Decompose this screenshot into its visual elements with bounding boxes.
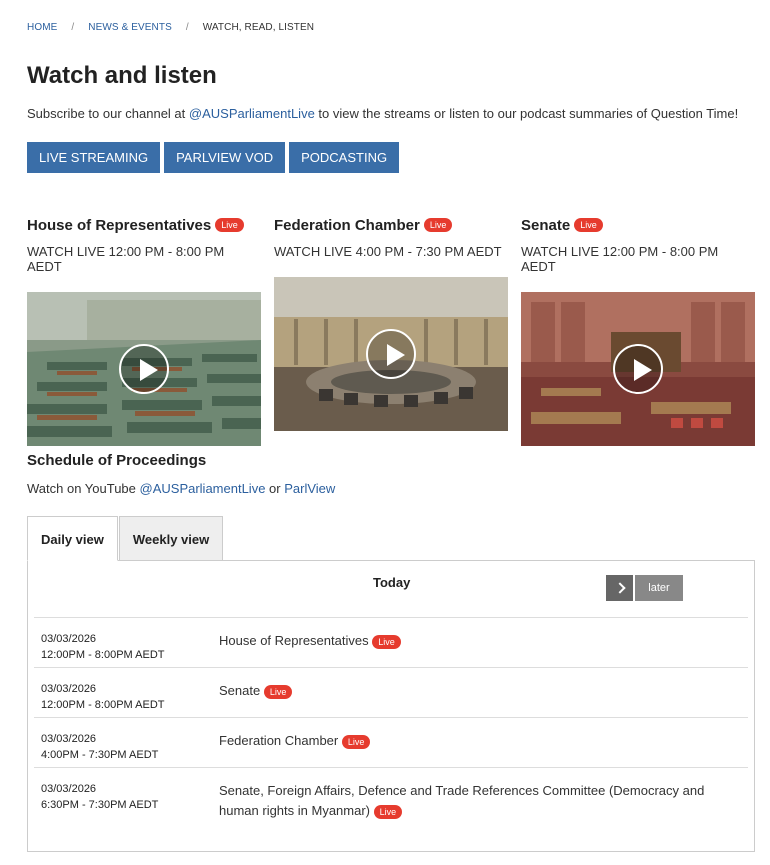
row-date: 03/03/2026 (41, 783, 97, 795)
live-badge: Live (341, 734, 371, 749)
intro-after: to view the streams or listen to our pod… (314, 106, 739, 121)
breadcrumb-home-link[interactable]: HOME (27, 22, 57, 33)
row-time: 12:00PM - 8:00PM AEDT (41, 699, 165, 711)
row-datetime: 03/03/2026 12:00PM - 8:00PM AEDT (41, 681, 165, 713)
breadcrumb-news-link[interactable]: NEWS & EVENTS (88, 22, 172, 33)
table-row: 03/03/2026 12:00PM - 8:00PM AEDT House of… (34, 618, 748, 668)
row-time: 12:00PM - 8:00PM AEDT (41, 649, 165, 661)
chamber-name: Senate (521, 216, 571, 234)
schedule-sub-before: Watch on YouTube (27, 481, 140, 496)
live-streaming-button[interactable]: LIVE STREAMING (27, 142, 161, 173)
play-icon[interactable] (119, 344, 169, 394)
chevron-right-icon[interactable] (606, 575, 633, 601)
row-title-text: Senate, Foreign Affairs, Defence and Tra… (219, 783, 705, 818)
today-label: Today (373, 575, 411, 590)
row-time: 4:00PM - 7:30PM AEDT (41, 749, 159, 761)
schedule-tabs: Daily view Weekly view (27, 516, 224, 561)
chamber-title: Federation Chamber Live (274, 214, 508, 236)
live-badge: Live (372, 634, 401, 649)
parlview-link[interactable]: ParlView (284, 481, 335, 496)
row-title: Federation Chamber Live (219, 731, 719, 751)
chamber-name: House of Representatives (27, 216, 212, 234)
youtube-channel-link[interactable]: @AUSParliamentLive (189, 106, 315, 121)
intro-before: Subscribe to our channel at (27, 106, 189, 121)
schedule-panel: Today later 03/03/2026 12:00PM - 8:00PM A… (27, 560, 755, 852)
senate-video-thumbnail[interactable] (521, 292, 755, 446)
row-title-text: Federation Chamber (219, 733, 339, 748)
chamber-time: WATCH LIVE 4:00 PM - 7:30 PM AEDT (274, 244, 502, 259)
chamber-streams: House of Representatives Live WATCH LIVE … (27, 214, 762, 446)
intro-text: Subscribe to our channel at @AUSParliame… (27, 106, 738, 121)
row-date: 03/03/2026 (41, 683, 97, 695)
row-datetime: 03/03/2026 12:00PM - 8:00PM AEDT (41, 631, 165, 663)
tab-daily-view[interactable]: Daily view (27, 516, 118, 561)
row-title-text: House of Representatives (219, 633, 369, 648)
chamber-senate: Senate Live WATCH LIVE 12:00 PM - 8:00 PM… (521, 214, 755, 446)
row-date: 03/03/2026 (41, 733, 97, 745)
live-badge: Live (574, 218, 603, 232)
breadcrumb-current: WATCH, READ, LISTEN (202, 22, 315, 33)
chamber-title: Senate Live (521, 214, 755, 236)
row-date: 03/03/2026 (41, 633, 97, 645)
later-button[interactable]: later (635, 575, 683, 601)
house-video-thumbnail[interactable] (27, 292, 261, 446)
table-row: 03/03/2026 4:00PM - 7:30PM AEDT Federatio… (34, 718, 748, 768)
row-title-text: Senate (219, 683, 261, 698)
chamber-time: WATCH LIVE 12:00 PM - 8:00 PM AEDT (27, 244, 225, 274)
row-title: Senate Live (219, 681, 719, 701)
live-badge: Live (263, 684, 293, 699)
row-title: House of Representatives Live (219, 631, 719, 651)
live-badge: Live (373, 804, 403, 819)
media-button-row: LIVE STREAMING PARLVIEW VOD PODCASTING (27, 142, 400, 173)
breadcrumb-separator: / (185, 22, 189, 33)
federation-video-thumbnail[interactable] (274, 277, 508, 431)
breadcrumb: HOME / NEWS & EVENTS / WATCH, READ, LIST… (27, 22, 314, 33)
chamber-time: WATCH LIVE 12:00 PM - 8:00 PM AEDT (521, 244, 719, 274)
play-icon[interactable] (366, 329, 416, 379)
chamber-name: Federation Chamber (274, 216, 420, 234)
table-row: 03/03/2026 12:00PM - 8:00PM AEDT Senate L… (34, 668, 748, 718)
row-datetime: 03/03/2026 4:00PM - 7:30PM AEDT (41, 731, 158, 763)
live-badge: Live (215, 218, 244, 232)
table-row: 03/03/2026 6:30PM - 7:30PM AEDT Senate, F… (34, 768, 748, 834)
schedule-sub-mid: or (265, 481, 285, 496)
chamber-house: House of Representatives Live WATCH LIVE … (27, 214, 261, 446)
youtube-channel-link[interactable]: @AUSParliamentLive (140, 481, 266, 496)
breadcrumb-separator: / (71, 22, 75, 33)
schedule-heading: Schedule of Proceedings (27, 452, 207, 469)
schedule-subtext: Watch on YouTube @AUSParliamentLive or P… (27, 481, 335, 496)
chamber-federation: Federation Chamber Live WATCH LIVE 4:00 P… (274, 214, 508, 446)
page-title: Watch and listen (27, 62, 217, 89)
tab-weekly-view[interactable]: Weekly view (118, 516, 224, 561)
row-time: 6:30PM - 7:30PM AEDT (41, 799, 159, 811)
live-badge: Live (423, 218, 453, 232)
podcasting-button[interactable]: PODCASTING (289, 142, 400, 173)
row-datetime: 03/03/2026 6:30PM - 7:30PM AEDT (41, 781, 158, 813)
play-icon[interactable] (613, 344, 663, 394)
chamber-title: House of Representatives Live (27, 214, 261, 236)
schedule-panel-header: Today later (34, 561, 748, 618)
row-title: Senate, Foreign Affairs, Defence and Tra… (219, 781, 719, 821)
parlview-vod-button[interactable]: PARLVIEW VOD (164, 142, 286, 173)
